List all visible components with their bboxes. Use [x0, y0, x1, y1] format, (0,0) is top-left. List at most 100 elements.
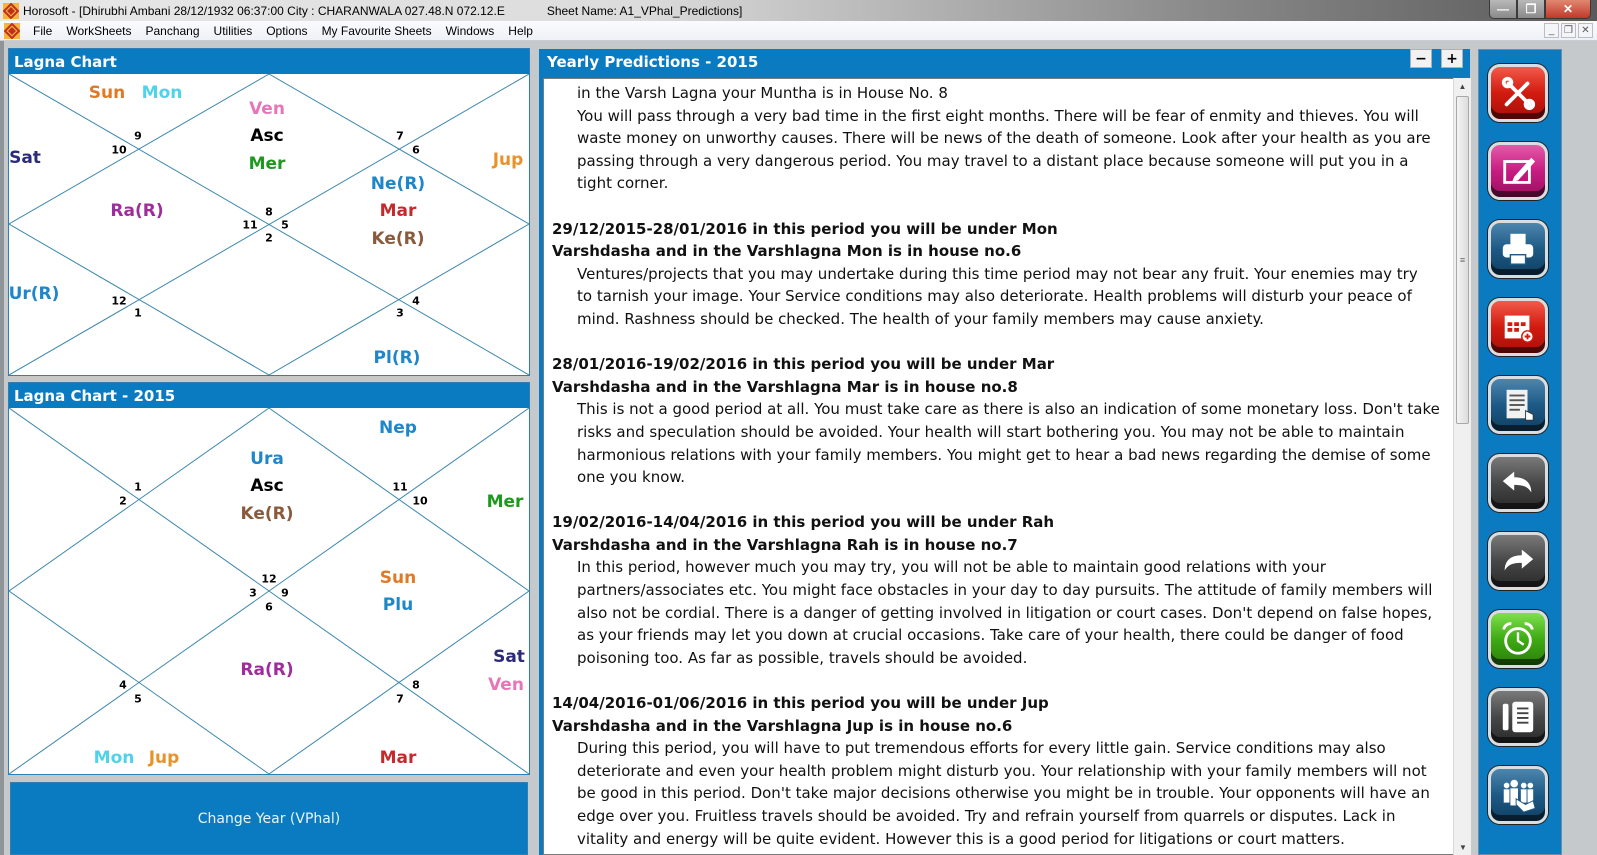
house-number: 3: [249, 586, 257, 600]
planet-rahu: Ra(R): [240, 660, 294, 680]
menu-windows[interactable]: Windows: [439, 24, 502, 38]
menu-favourite-sheets[interactable]: My Favourite Sheets: [315, 24, 439, 38]
scroll-up-arrow-icon[interactable]: ▲: [1454, 78, 1471, 94]
window-controls: — ❐ ✕: [1489, 0, 1591, 19]
app-menu-icon[interactable]: [3, 22, 21, 39]
house-number: 1: [134, 306, 142, 320]
edit-pencil-icon: [1503, 157, 1536, 184]
zoom-in-button[interactable]: +: [1441, 49, 1463, 68]
period-heading: 28/01/2016-19/02/2016 in this period you…: [552, 355, 1055, 374]
right-frame: [1563, 41, 1597, 855]
planet-ven: Ven: [488, 675, 524, 695]
period-line: edge over you. Fruitless travels should …: [577, 807, 1396, 825]
document-button[interactable]: [1488, 376, 1548, 434]
house-number: 10: [412, 494, 428, 508]
back-arrow-icon: [1502, 471, 1532, 493]
planet-sat: Sat: [493, 647, 525, 667]
close-button[interactable]: ✕: [1545, 0, 1591, 19]
house-number: 2: [119, 494, 127, 508]
window-title: Horosoft - [Dhirubhi Ambani 28/12/1932 0…: [23, 4, 742, 18]
menu-utilities[interactable]: Utilities: [207, 24, 260, 38]
planet-ketu: Ke(R): [371, 229, 425, 249]
alarm-clock-icon: [1502, 622, 1534, 655]
group-button[interactable]: [1488, 766, 1548, 824]
planet-mon: Mon: [93, 748, 135, 768]
period-line: During this period, you will have to put…: [577, 739, 1386, 758]
calendar-button[interactable]: [1488, 298, 1548, 356]
lagna-chart-2015-title: Lagna Chart - 2015: [9, 383, 529, 408]
house-number: 4: [412, 294, 420, 308]
predictions-text-area[interactable]: in the Varsh Lagna your Muntha is in Hou…: [543, 78, 1455, 855]
planet-neptune: Nep: [379, 418, 417, 438]
menu-file[interactable]: File: [26, 24, 59, 38]
notebook-icon: [1502, 701, 1534, 733]
house-number: 2: [265, 231, 273, 245]
mdi-minimize-button[interactable]: _: [1544, 23, 1559, 38]
predictions-title: Yearly Predictions - 2015: [547, 53, 759, 71]
edit-button[interactable]: [1488, 142, 1548, 200]
group-hand-icon: [1503, 779, 1536, 813]
house-number: 3: [396, 306, 404, 320]
alarm-button[interactable]: [1488, 610, 1548, 668]
title-bar: Horosoft - [Dhirubhi Ambani 28/12/1932 0…: [0, 0, 1597, 21]
planet-jup: Jup: [492, 150, 524, 170]
planet-mar: Mar: [379, 748, 417, 768]
period-line: harmonious relations with your family me…: [577, 445, 1431, 464]
back-button[interactable]: [1488, 454, 1548, 512]
house-number: 7: [396, 692, 404, 706]
planet-sun: Sun: [379, 568, 417, 588]
right-toolbar: [1478, 49, 1562, 855]
chart-lines: [9, 74, 529, 375]
zoom-out-button[interactable]: −: [1410, 49, 1432, 68]
print-button[interactable]: [1488, 220, 1548, 278]
period-line: partners/associates etc. You might face …: [577, 581, 1433, 600]
forward-arrow-icon: [1504, 549, 1534, 571]
planet-rahu: Ra(R): [110, 201, 164, 221]
wrench-screwdriver-icon: [1501, 76, 1536, 111]
period-line: as your friends may let you down at cruc…: [577, 626, 1404, 645]
house-number: 9: [134, 129, 142, 143]
left-frame: [0, 41, 4, 855]
maximize-button[interactable]: ❐: [1517, 0, 1545, 19]
house-number: 11: [392, 480, 408, 494]
notebook-button[interactable]: [1488, 688, 1548, 746]
house-number: 12: [111, 294, 127, 308]
house-number: 6: [265, 600, 273, 614]
yearly-predictions-panel: Yearly Predictions - 2015 − + in the Var…: [539, 49, 1471, 855]
calendar-add-icon: [1504, 315, 1534, 343]
menu-panchang[interactable]: Panchang: [138, 24, 206, 38]
planet-pluto: Pl(R): [373, 348, 421, 368]
forward-button[interactable]: [1488, 532, 1548, 590]
minimize-button[interactable]: —: [1489, 0, 1517, 19]
menu-help[interactable]: Help: [501, 24, 540, 38]
scrollbar-thumb[interactable]: ≡: [1456, 96, 1469, 424]
tools-button[interactable]: [1488, 64, 1548, 122]
period-line: risks and speculation should be avoided.…: [577, 422, 1405, 441]
period-heading: Varshdasha and in the Varshlagna Mon is …: [552, 242, 1022, 261]
change-year-button[interactable]: Change Year (VPhal): [10, 782, 528, 855]
menu-options[interactable]: Options: [259, 24, 314, 38]
planet-mer: Mer: [486, 492, 524, 512]
house-number: 8: [265, 205, 273, 219]
planet-jup: Jup: [148, 748, 180, 768]
period-line: poisoning too. As far as possible, trave…: [577, 648, 1028, 667]
intro-line: tight corner.: [577, 174, 669, 193]
period-line: Ventures/projects that you may undertake…: [577, 264, 1418, 283]
lagna-chart: 9 10 7 6 8 11 5 2 12 1 4 3 Sun Mon Ven A…: [9, 74, 529, 375]
menu-worksheets[interactable]: WorkSheets: [59, 24, 138, 38]
period-line: one you know.: [577, 468, 686, 487]
house-number: 7: [396, 129, 404, 143]
period-heading: Varshdasha and in the Varshlagna Mar is …: [552, 377, 1018, 396]
scroll-down-arrow-icon[interactable]: ▼: [1454, 839, 1472, 855]
lagna-chart-2015: 1 2 11 10 12 3 9 6 4 5 8 7 Nep Ura Asc K…: [9, 408, 529, 774]
lagna-chart-2015-panel: Lagna Chart - 2015 1 2 11 10 12 3 9 6 4 …: [8, 382, 530, 775]
intro-line: You will pass through a very bad time in…: [577, 106, 1419, 125]
period-line: deteriorate and even your health problem…: [577, 761, 1427, 780]
period-heading: Varshdasha and in the Varshlagna Rah is …: [552, 535, 1018, 554]
period-line: to tarnish your image. Your Service cond…: [577, 287, 1412, 306]
period-heading: Varshdasha and in the Varshlagna Jup is …: [552, 716, 1013, 735]
planet-mar: Mar: [379, 201, 417, 221]
vertical-scrollbar[interactable]: ▲ ≡ ▼: [1453, 78, 1471, 855]
mdi-close-button[interactable]: ✕: [1578, 23, 1593, 38]
mdi-restore-button[interactable]: ❐: [1561, 23, 1576, 38]
